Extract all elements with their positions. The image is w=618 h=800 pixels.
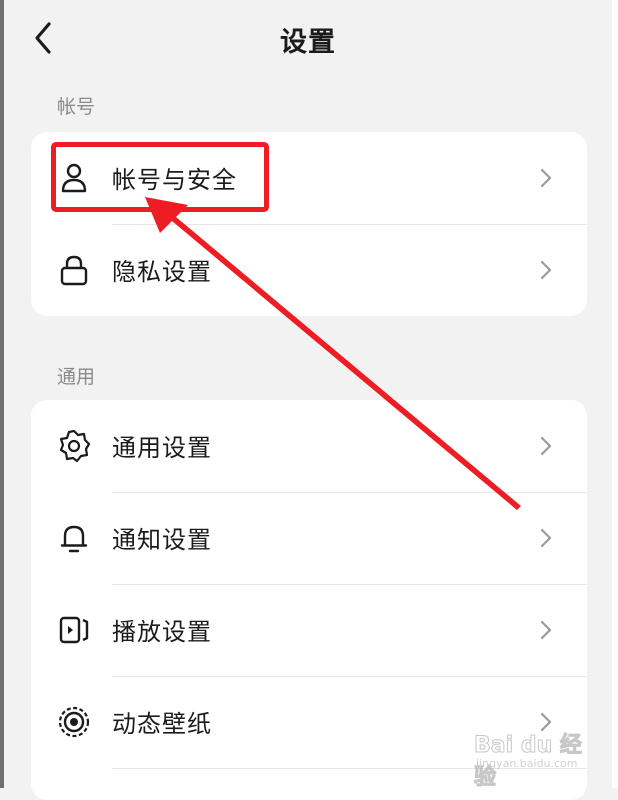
watermark: Bai du 经验 jingyan.baidu.com [474,727,594,791]
chevron-right-icon [540,260,552,280]
wallpaper-icon [58,706,90,738]
settings-item-label: 隐私设置 [112,258,212,286]
page-title: 设置 [280,27,336,58]
left-edge [0,0,4,788]
settings-item-label: 动态壁纸 [112,710,212,738]
chevron-right-icon [540,168,552,188]
lock-icon [60,255,88,286]
settings-item-label: 通知设置 [112,526,212,554]
settings-item-privacy[interactable]: 隐私设置 [31,224,587,316]
play-icon [59,616,89,644]
settings-item-label: 播放设置 [112,618,212,646]
right-edge [612,0,618,788]
header: 设置 [4,0,612,78]
watermark-url: jingyan.baidu.com [476,757,578,770]
bell-icon [60,525,88,553]
gear-icon [59,429,91,463]
section-label-account: 帐号 [57,96,96,118]
settings-item-general[interactable]: 通用设置 [31,400,587,492]
chevron-right-icon [540,528,552,548]
highlight-box [51,142,269,212]
settings-item-label: 通用设置 [112,434,212,462]
chevron-right-icon [540,620,552,640]
settings-item-playback[interactable]: 播放设置 [31,584,587,676]
section-label-general: 通用 [57,366,96,388]
settings-item-notification[interactable]: 通知设置 [31,492,587,584]
chevron-right-icon [540,436,552,456]
